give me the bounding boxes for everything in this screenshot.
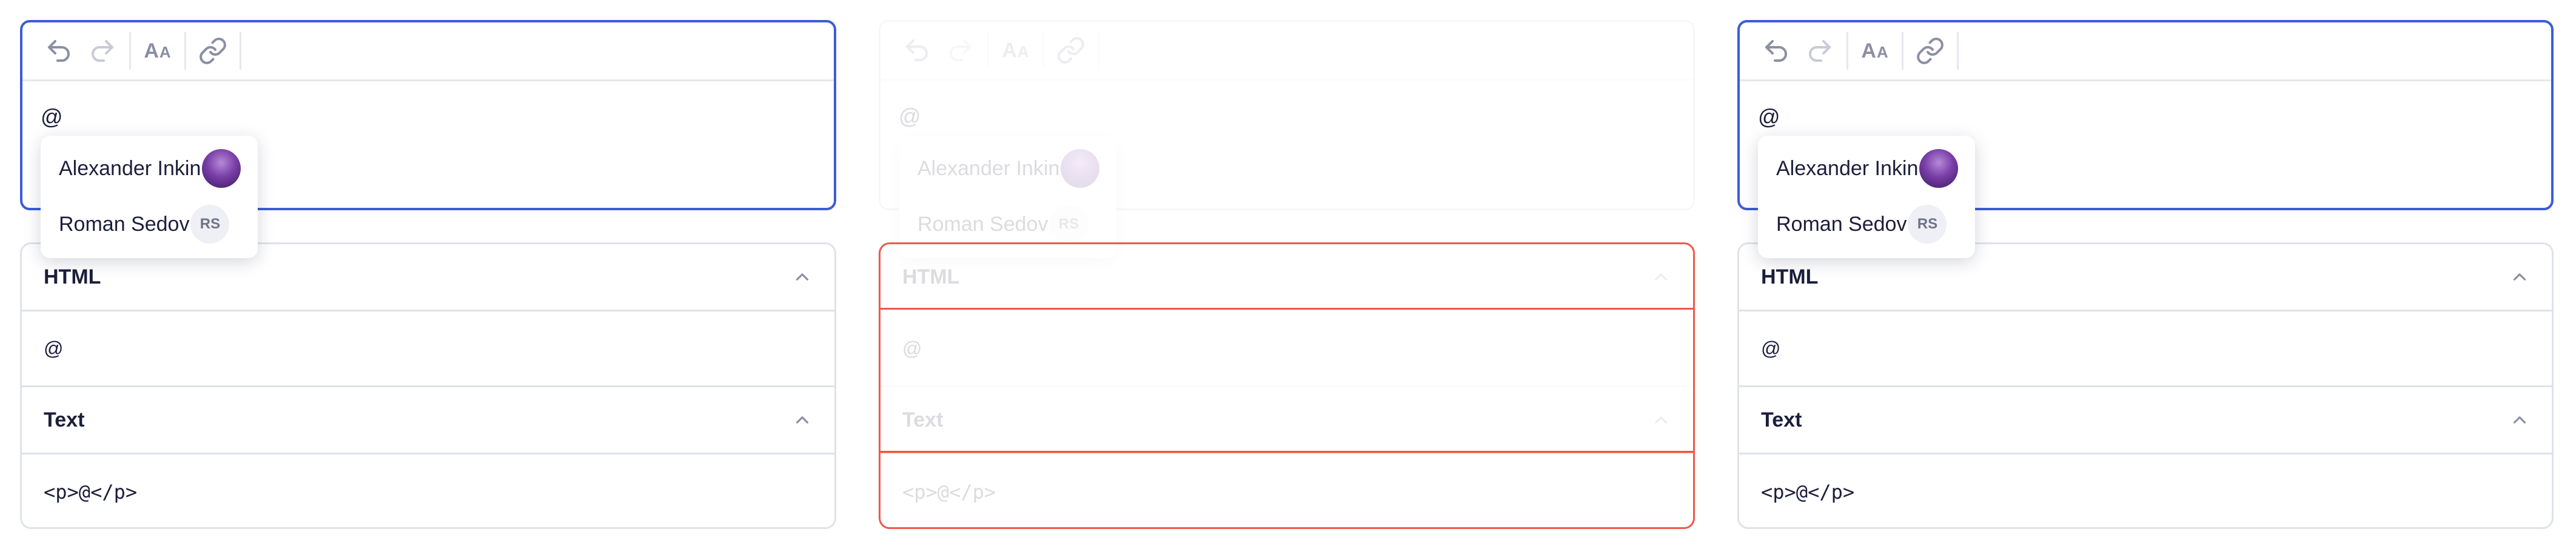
mention-option[interactable]: Roman Sedov RS [899, 197, 1116, 251]
avatar: RS [190, 205, 230, 244]
mention-option[interactable]: Alexander Inkin [899, 141, 1116, 196]
redo-icon [950, 39, 971, 61]
toolbar-divider [129, 32, 131, 70]
chevron-up-icon [2513, 273, 2526, 281]
link-button[interactable] [1908, 22, 1952, 79]
html-output: @ [902, 337, 922, 359]
chevron-up-icon [1654, 273, 1668, 281]
text-output: <p>@</p> [902, 480, 996, 504]
redo-button[interactable] [1798, 22, 1842, 79]
mention-dropdown: Alexander Inkin Roman Sedov RS [1758, 136, 1975, 258]
accordion-header-text[interactable]: Text [1739, 387, 2552, 454]
mention-option[interactable]: Alexander Inkin [1758, 141, 1975, 196]
redo-icon [92, 40, 113, 62]
accordion-header-text[interactable]: Text [880, 387, 1693, 454]
undo-button[interactable] [1754, 22, 1798, 79]
html-output: @ [44, 337, 64, 359]
toolbar-divider [1957, 32, 1959, 70]
avatar: RS [1908, 205, 1947, 244]
editor-toolbar: AA [880, 22, 1693, 81]
chevron-up-icon [1654, 416, 1668, 424]
undo-icon [48, 40, 70, 62]
chevron-up-icon [796, 273, 809, 281]
section-title: HTML [1761, 265, 1819, 288]
text-output: <p>@</p> [1761, 480, 1855, 504]
undo-button[interactable] [895, 22, 939, 79]
avatar [1061, 149, 1100, 188]
accordion-content-text: <p>@</p> [22, 454, 834, 527]
font-size-icon: AA [1002, 38, 1030, 62]
mention-dropdown: Alexander Inkin Roman Sedov RS [899, 136, 1116, 258]
text-output: <p>@</p> [44, 480, 138, 504]
section-title: HTML [902, 265, 960, 288]
accordion-content-html: @ [1739, 311, 2552, 387]
mention-dropdown: Alexander Inkin Roman Sedov RS [41, 136, 258, 258]
avatar [202, 149, 241, 188]
section-title: HTML [44, 265, 101, 288]
pane-expected: AA @ Alexander Inkin Roman Sedov RS HTML… [1717, 0, 2576, 549]
undo-button[interactable] [37, 22, 81, 79]
undo-icon [1765, 40, 1787, 62]
editor-content[interactable]: @ [41, 104, 63, 130]
undo-icon [906, 39, 928, 61]
link-icon [1058, 37, 1084, 64]
avatar: RS [1049, 205, 1088, 244]
redo-icon [1809, 40, 1831, 62]
chevron-up-icon [796, 416, 809, 424]
editor-content[interactable]: @ [1758, 104, 1780, 130]
avatar [1919, 149, 1959, 188]
section-title: Text [1761, 408, 1802, 431]
accordion-header-text[interactable]: Text [22, 387, 834, 454]
accordion-content-text: <p>@</p> [880, 454, 1693, 529]
accordion-content-text: <p>@</p> [1739, 454, 2552, 527]
pane-diff: AA @ HTML @ Text <p>@</p> Alexander Inki… [859, 0, 1717, 549]
mention-name: Alexander Inkin [1776, 156, 1919, 180]
section-title: Text [902, 408, 944, 431]
link-button[interactable] [191, 22, 235, 79]
editor-toolbar: AA [1740, 22, 2551, 81]
font-size-icon: AA [144, 39, 172, 62]
font-size-icon: AA [1861, 39, 1889, 62]
mention-name: Alexander Inkin [59, 156, 201, 180]
mention-name: Roman Sedov [59, 212, 190, 236]
toolbar-divider [1902, 32, 1903, 70]
font-size-button[interactable]: AA [994, 22, 1038, 79]
redo-button[interactable] [81, 22, 124, 79]
mention-option[interactable]: Roman Sedov RS [1758, 197, 1975, 251]
mention-option[interactable]: Roman Sedov RS [41, 197, 258, 251]
toolbar-divider [1846, 32, 1848, 70]
mention-option[interactable]: Alexander Inkin [41, 141, 258, 196]
toolbar-divider [1098, 32, 1099, 69]
link-button[interactable] [1049, 22, 1093, 79]
editor-content[interactable]: @ [899, 104, 921, 129]
toolbar-divider [987, 32, 989, 69]
output-accordion: HTML @ Text <p>@</p> [20, 242, 836, 529]
font-size-button[interactable]: AA [1853, 22, 1897, 79]
output-accordion: HTML @ Text <p>@</p> [1737, 242, 2554, 529]
accordion-content-html: @ [880, 311, 1693, 387]
toolbar-divider [1042, 32, 1044, 69]
redo-button[interactable] [939, 22, 982, 79]
toolbar-divider [184, 32, 186, 70]
editor-toolbar: AA [22, 22, 834, 81]
accordion-content-html: @ [22, 311, 834, 387]
mention-name: Roman Sedov [1776, 212, 1907, 236]
font-size-button[interactable]: AA [136, 22, 179, 79]
mention-name: Roman Sedov [917, 212, 1048, 236]
chevron-up-icon [2513, 416, 2526, 424]
mention-name: Alexander Inkin [917, 156, 1060, 180]
toolbar-divider [240, 32, 241, 70]
section-title: Text [44, 408, 85, 431]
link-icon [200, 38, 226, 64]
pane-actual: AA @ Alexander Inkin Roman Sedov RS HTML… [0, 0, 859, 549]
link-icon [1917, 38, 1944, 64]
output-accordion: HTML @ Text <p>@</p> [879, 242, 1695, 529]
html-output: @ [1761, 337, 1781, 359]
